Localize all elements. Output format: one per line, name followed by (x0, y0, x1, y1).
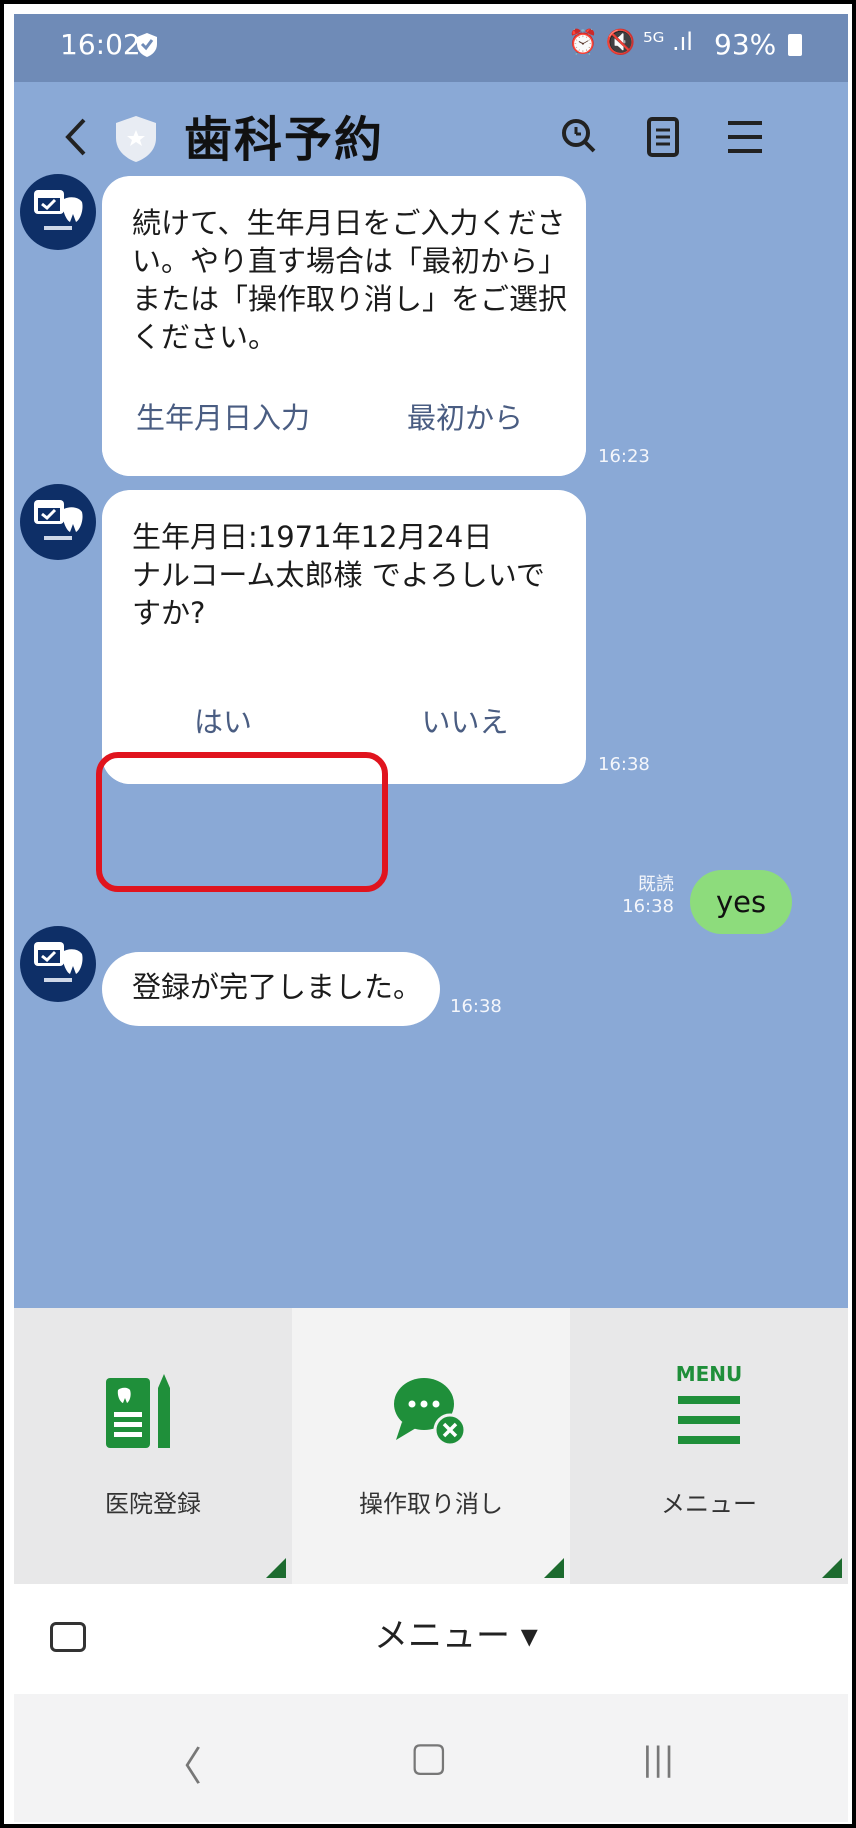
read-label: 既読 (638, 874, 674, 895)
birthdate-input-button[interactable]: 生年月日入力 (102, 356, 344, 476)
corner-marker (266, 1558, 286, 1578)
read-receipt: 既読 16:38 (574, 874, 674, 918)
message-timestamp: 16:23 (598, 446, 650, 467)
nav-recents-icon[interactable]: ||| (642, 1740, 674, 1778)
hamburger-icon[interactable] (714, 106, 776, 168)
rich-menu-label: 操作取り消し (359, 1490, 503, 1518)
nav-back-icon[interactable]: 〈 (162, 1734, 202, 1792)
shield-check-icon (137, 33, 157, 57)
highlight-box (96, 752, 388, 892)
search-icon[interactable] (548, 106, 610, 168)
bot-avatar[interactable] (20, 926, 96, 1002)
chat-title: 歯科予約 (184, 112, 385, 168)
user-message-bubble: yes (690, 870, 792, 934)
rich-menu-clinic-register[interactable]: 医院登録 (14, 1308, 292, 1584)
corner-marker (822, 1558, 842, 1578)
system-nav-bar: 〈 ▢ ||| (14, 1694, 848, 1822)
rich-menu-cancel-operation[interactable]: 操作取り消し (292, 1308, 570, 1584)
rich-menu-label: メニュー (661, 1490, 757, 1518)
message-text: 生年月日:1971年12月24日 ナルコーム太郎様 でよろしいで すか? (132, 520, 545, 630)
rich-menu-label: 医院登録 (105, 1490, 201, 1518)
rich-menu: 医院登録 操作取り消し MENU メニュー (14, 1308, 848, 1584)
status-bar: 16:02 ⏰ 🔇 ⁵ᴳ .ıl 93% (14, 14, 848, 82)
bot-message-bubble: 登録が完了しました。 (102, 952, 440, 1026)
bot-message-card: 続けて、生年月日をご入力くださ い。やり直す場合は「最初から」 または「操作取り… (102, 176, 586, 476)
bot-avatar[interactable] (20, 484, 96, 560)
bot-avatar[interactable] (20, 174, 96, 250)
restart-button[interactable]: 最初から (344, 356, 586, 476)
cancel-operation-icon (394, 1378, 467, 1447)
status-icons: ⏰ 🔇 ⁵ᴳ .ıl (568, 28, 693, 56)
nav-home-icon[interactable]: ▢ (410, 1734, 448, 1780)
battery-icon (788, 34, 802, 56)
bot-message-card: 生年月日:1971年12月24日 ナルコーム太郎様 でよろしいで すか? はい … (102, 490, 586, 784)
message-timestamp: 16:38 (450, 996, 502, 1017)
phone-screen: 16:02 ⏰ 🔇 ⁵ᴳ .ıl 93% 歯科予約 続けて、生年月日をご入力くだ… (14, 14, 848, 1822)
clinic-calendar-icon (34, 500, 83, 540)
menu-icon-text: MENU (675, 1362, 743, 1386)
notes-icon[interactable] (632, 106, 694, 168)
keyboard-icon[interactable] (50, 1622, 86, 1652)
user-message-timestamp: 16:38 (622, 896, 674, 917)
clinic-register-icon (106, 1374, 170, 1448)
card-actions: 生年月日入力 最初から (102, 356, 586, 476)
chevron-left-icon[interactable] (48, 102, 108, 172)
message-text: 続けて、生年月日をご入力くださ い。やり直す場合は「最初から」 または「操作取り… (132, 206, 568, 354)
battery-percent: 93% (714, 28, 777, 61)
clinic-calendar-icon (34, 942, 83, 982)
account-shield-icon (116, 116, 156, 162)
clinic-calendar-icon (34, 190, 83, 230)
menu-lines-icon (678, 1396, 740, 1444)
menu-toggle[interactable]: メニュー ▾ (374, 1608, 538, 1657)
message-text: 登録が完了しました。 (132, 970, 423, 1004)
status-time: 16:02 (60, 28, 141, 61)
corner-marker (544, 1558, 564, 1578)
input-bar: メニュー ▾ (14, 1584, 848, 1694)
message-timestamp: 16:38 (598, 754, 650, 775)
rich-menu-menu[interactable]: MENU メニュー (570, 1308, 848, 1584)
